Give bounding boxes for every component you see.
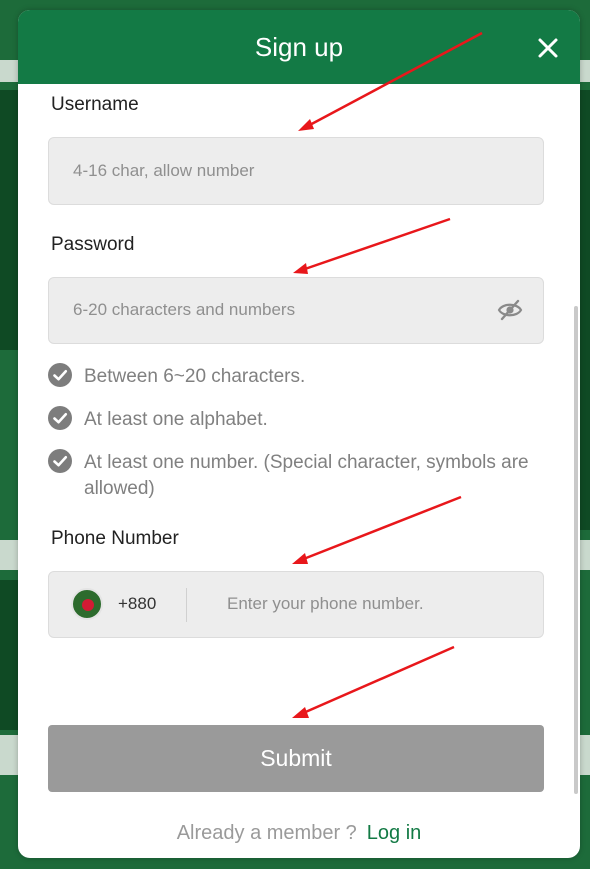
flag-disc <box>82 599 94 611</box>
login-link[interactable]: Log in <box>367 822 422 844</box>
username-placeholder: 4-16 char, allow number <box>73 161 255 180</box>
close-button[interactable] <box>534 34 562 62</box>
close-icon <box>534 34 562 62</box>
country-code-select[interactable]: +880 <box>118 594 156 614</box>
password-rule: At least one number. (Special character,… <box>48 449 548 503</box>
submit-button[interactable]: Submit <box>48 725 544 792</box>
password-rule-text: At least one alphabet. <box>84 409 268 430</box>
password-rule-text: Between 6~20 characters. <box>84 366 306 387</box>
background-shade <box>580 90 590 530</box>
eye-slash-icon[interactable] <box>497 298 523 322</box>
password-rule: Between 6~20 characters. <box>48 363 548 391</box>
password-placeholder: 6-20 characters and numbers <box>73 300 296 319</box>
phone-field: +880 Enter your phone number. <box>48 571 544 638</box>
password-rule: At least one alphabet. <box>48 406 548 434</box>
password-rule-text: At least one number. (Special character,… <box>84 452 529 499</box>
bangladesh-flag-icon[interactable] <box>71 588 103 620</box>
check-circle-icon <box>48 406 72 430</box>
phone-number-input[interactable]: Enter your phone number. <box>227 594 424 614</box>
login-prompt: Already a member ? Log in <box>18 822 580 845</box>
username-label: Username <box>51 94 139 115</box>
password-label: Password <box>51 234 135 255</box>
scrollbar[interactable] <box>574 306 578 794</box>
username-input[interactable]: 4-16 char, allow number <box>48 137 544 205</box>
background-shade <box>0 580 18 730</box>
password-input[interactable]: 6-20 characters and numbers <box>48 277 544 344</box>
divider <box>186 588 187 622</box>
phone-label: Phone Number <box>51 528 179 549</box>
signup-modal: Sign up Username 4-16 char, allow number… <box>18 10 580 858</box>
background-shade <box>0 90 18 350</box>
check-circle-icon <box>48 363 72 387</box>
check-circle-icon <box>48 449 72 473</box>
already-member-text: Already a member ? <box>176 822 357 844</box>
modal-title: Sign up <box>254 32 344 62</box>
